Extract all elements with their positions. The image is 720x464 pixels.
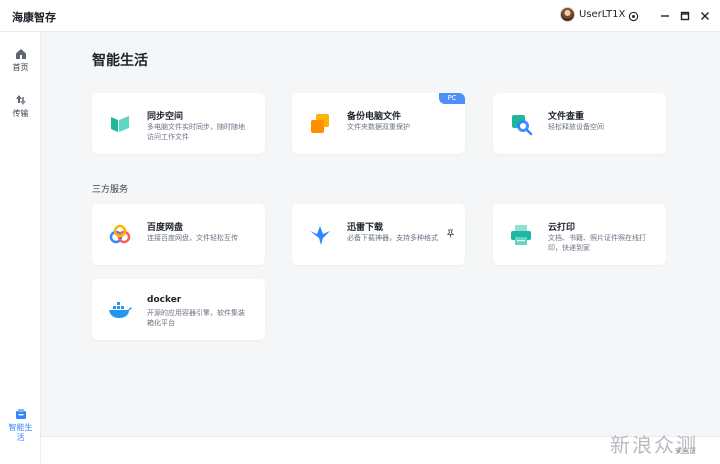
- backup-icon: [311, 114, 329, 133]
- card-desc: 连接百度网盘，文件轻松互传: [147, 234, 238, 242]
- watermark-sub: 安全货: [675, 447, 696, 455]
- user-menu[interactable]: UserLT1X: [560, 7, 625, 22]
- card-cloud-print[interactable]: 云打印 文档、书籍、照片证件照在线打印，快递到家: [493, 204, 666, 265]
- username: UserLT1X: [579, 9, 626, 20]
- baidu-netdisk-icon: [109, 224, 131, 244]
- card-backup[interactable]: 备份电脑文件 文件夹数据双重保护 PC: [292, 93, 465, 154]
- sidebar: 首页 传输 智能生活: [0, 32, 41, 464]
- sidebar-item-home[interactable]: 首页: [0, 48, 41, 73]
- pin-icon[interactable]: [446, 229, 455, 238]
- card-desc: 轻松释放设备空间: [548, 123, 604, 131]
- maximize-icon: [680, 11, 690, 21]
- card-title: 备份电脑文件: [347, 112, 402, 122]
- sidebar-item-label: 首页: [12, 63, 29, 72]
- sidebar-item-smart-life[interactable]: 智能生活: [0, 408, 41, 443]
- minimize-button[interactable]: [657, 8, 673, 24]
- card-desc: 多电脑文件实时同步，随时随地访问工作文件: [147, 123, 245, 141]
- transfer-icon: [15, 95, 26, 105]
- smart-life-icon: [15, 409, 26, 419]
- card-title: 云打印: [548, 223, 576, 233]
- card-desc: 文档、书籍、照片证件照在线打印，快递到家: [548, 234, 646, 252]
- thunder-download-icon: [310, 226, 330, 245]
- duplicate-search-icon: [512, 115, 533, 136]
- maximize-button[interactable]: [677, 8, 693, 24]
- close-button[interactable]: [697, 8, 713, 24]
- page-title: 智能生活: [92, 53, 148, 69]
- sidebar-item-transfer[interactable]: 传输: [0, 94, 41, 119]
- card-title: 同步空间: [147, 112, 184, 122]
- close-icon: [701, 12, 709, 20]
- cloud-print-icon: [511, 225, 531, 245]
- docker-icon: [109, 302, 132, 318]
- sidebar-item-label: 传输: [12, 109, 29, 118]
- card-title: 迅雷下载: [347, 223, 384, 233]
- card-duplicate-search[interactable]: 文件查重 轻松释放设备空间: [493, 93, 666, 154]
- settings-icon: [628, 11, 638, 21]
- card-docker[interactable]: docker 开源的应用容器引擎，软件集装箱化平台: [92, 279, 265, 340]
- card-desc: 必备下载神器，支持多种格式: [347, 234, 438, 242]
- minimize-icon: [661, 15, 669, 17]
- card-desc: 文件夹数据双重保护: [347, 123, 410, 131]
- avatar: [560, 7, 575, 22]
- sidebar-item-label: 智能生活: [8, 423, 33, 442]
- card-title: 百度网盘: [147, 223, 184, 233]
- app-title: 海康智存: [12, 11, 56, 24]
- pc-badge: PC: [439, 93, 465, 104]
- card-title: 文件查重: [548, 112, 585, 122]
- settings-button[interactable]: [625, 8, 641, 24]
- card-title: docker: [147, 295, 182, 305]
- sync-space-icon: [111, 116, 129, 132]
- card-desc: 开源的应用容器引擎，软件集装箱化平台: [147, 309, 245, 327]
- card-sync-space[interactable]: 同步空间 多电脑文件实时同步，随时随地访问工作文件: [92, 93, 265, 154]
- card-thunder-download[interactable]: 迅雷下载 必备下载神器，支持多种格式: [292, 204, 465, 265]
- section-title: 三方服务: [92, 185, 129, 195]
- title-bar: 海康智存 UserLT1X: [0, 0, 720, 32]
- home-icon: [15, 49, 26, 59]
- card-baidu-netdisk[interactable]: 百度网盘 连接百度网盘，文件轻松互传: [92, 204, 265, 265]
